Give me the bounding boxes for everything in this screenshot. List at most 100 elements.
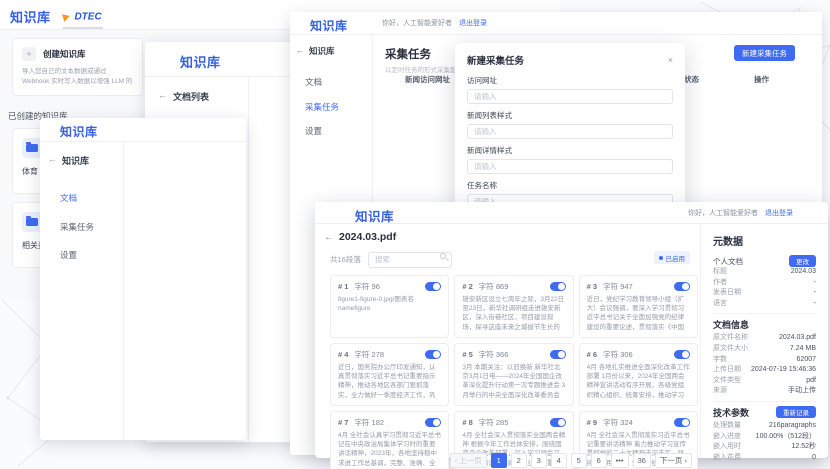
segment-number: # 4 bbox=[338, 350, 348, 359]
sidebar-divider bbox=[123, 142, 124, 440]
sidebar-item-docs[interactable]: 文档 bbox=[60, 192, 77, 204]
pagination-page-6[interactable]: 6 bbox=[591, 453, 607, 468]
segment-chars: 字符 947 bbox=[603, 281, 633, 292]
segment-toggle[interactable] bbox=[550, 418, 566, 427]
folder-icon bbox=[22, 212, 42, 232]
sidebar-divider bbox=[248, 77, 249, 442]
kb-back-label[interactable]: 知识库 bbox=[62, 154, 89, 167]
pagination-ellipsis[interactable]: ••• bbox=[611, 453, 629, 468]
meta-key: 来源 bbox=[713, 386, 727, 397]
segment-card[interactable]: # 4字符 278 近日，国务院办公厅印发通知，认真贯彻落实习近平总书记重要指示… bbox=[330, 343, 449, 406]
segment-card[interactable]: # 3字符 947 近日，党纪学习教育领导小组（扩大）会议强调，要深入学习贯彻习… bbox=[579, 275, 698, 338]
meta-key: 嵌入花费 bbox=[713, 453, 741, 464]
segments-grid: # 1字符 96 figure1-figure-0.jpg/图表名 namefi… bbox=[330, 275, 698, 469]
sidebar-item-settings[interactable]: 设置 bbox=[305, 125, 322, 137]
meta-value: 12.52秒 bbox=[791, 442, 816, 453]
close-icon[interactable]: × bbox=[668, 55, 673, 65]
new-collect-task-button[interactable]: 新建采集任务 bbox=[734, 45, 795, 61]
segment-card[interactable]: # 1字符 96 figure1-figure-0.jpg/图表名 namefi… bbox=[330, 275, 449, 338]
app-logo-text: 知识库 bbox=[310, 17, 348, 34]
user-greeting: 你好，人工智能爱好者 bbox=[688, 208, 758, 218]
re-embed-button[interactable]: 重新记录 bbox=[776, 406, 816, 418]
segment-number: # 2 bbox=[462, 282, 472, 291]
meta-key: 字数 bbox=[713, 355, 727, 366]
meta-key: 标题 bbox=[713, 267, 727, 278]
pagination-page-4[interactable]: 4 bbox=[551, 453, 567, 468]
segment-card[interactable]: # 6字符 306 4月 各地扎实推进全面深化改革工作部署 1月份以来，2024… bbox=[579, 343, 698, 406]
back-arrow-icon[interactable]: ← bbox=[324, 232, 334, 243]
segment-toggle[interactable] bbox=[550, 350, 566, 359]
segment-number: # 3 bbox=[587, 282, 597, 291]
pagination-page-2[interactable]: 2 bbox=[511, 453, 527, 468]
segment-toggle[interactable] bbox=[674, 282, 690, 291]
meta-value: 62007 bbox=[797, 355, 816, 366]
page-title: 采集任务 bbox=[385, 46, 431, 62]
meta-value: 100.00%（512段） bbox=[756, 432, 816, 443]
segment-number: # 1 bbox=[338, 282, 348, 291]
segment-text: 4月 各地扎实推进全面深化改革工作部署 1月份以来，2024年全国两会精神宣讲活… bbox=[587, 363, 690, 400]
document-title: 2024.03.pdf bbox=[339, 231, 396, 243]
meta-value: 7.24 MB bbox=[790, 344, 816, 355]
segment-toggle[interactable] bbox=[674, 418, 690, 427]
kb-back-label[interactable]: 知识库 bbox=[309, 45, 335, 57]
sidebar-item-docs[interactable]: 文档 bbox=[305, 76, 322, 88]
list-style-field[interactable] bbox=[467, 124, 673, 139]
change-doc-type-button[interactable]: 更改 bbox=[789, 255, 816, 267]
table-col-url: 新闻访问网址 bbox=[405, 74, 450, 85]
meta-value: 0 bbox=[812, 453, 816, 464]
screen-c-topbar: 知识库 bbox=[40, 118, 246, 142]
segment-toggle[interactable] bbox=[550, 282, 566, 291]
metadata-panel: 元数据 个人文档 更改 标题2024.03 作者- 发表日期- 语言- 文档信息… bbox=[701, 224, 828, 458]
sidebar-item-collect-tasks[interactable]: 采集任务 bbox=[60, 221, 94, 233]
meta-value: 2024.03.pdf bbox=[779, 333, 816, 344]
back-arrow-icon[interactable]: ← bbox=[48, 154, 57, 164]
meta-value: 216paragraphs bbox=[769, 421, 816, 432]
logout-link[interactable]: 退出登录 bbox=[765, 208, 793, 218]
screen-e-topbar: 知识库 你好，人工智能爱好者 退出登录 bbox=[315, 202, 828, 224]
meta-value: 手动上传 bbox=[788, 386, 816, 397]
segment-chars: 字符 278 bbox=[354, 349, 384, 360]
segment-chars: 字符 306 bbox=[603, 349, 633, 360]
doc-info-title: 文档信息 bbox=[713, 318, 816, 331]
back-arrow-icon[interactable]: ← bbox=[158, 90, 167, 100]
meta-key: 文件类型 bbox=[713, 376, 741, 387]
segment-chars: 字符 324 bbox=[603, 417, 633, 428]
field-label-task-name: 任务名称 bbox=[467, 180, 673, 191]
logout-link[interactable]: 退出登录 bbox=[459, 18, 487, 28]
modal-title: 新建采集任务 bbox=[467, 53, 524, 67]
app-logo-text: 知识库 bbox=[180, 52, 221, 71]
folder-icon bbox=[22, 138, 42, 158]
sidebar-item-collect-tasks[interactable]: 采集任务 bbox=[305, 101, 339, 113]
pagination-page-3[interactable]: 3 bbox=[531, 453, 547, 468]
pagination-page-5[interactable]: 5 bbox=[571, 453, 587, 468]
meta-value: 2024.03 bbox=[791, 267, 816, 278]
tech-params-title: 技术参数 bbox=[713, 406, 749, 419]
segment-number: # 7 bbox=[338, 418, 348, 427]
meta-key: 作者 bbox=[713, 278, 727, 289]
segments-main: ← 2024.03.pdf 共16段落 已启用 # 1字符 96 figure1… bbox=[315, 224, 700, 458]
segment-card[interactable]: # 5字符 366 3月 本期关注：以旧换新 新华社北京3月1日电——2024年… bbox=[454, 343, 573, 406]
divider bbox=[713, 313, 816, 314]
url-field[interactable] bbox=[467, 89, 673, 104]
detail-style-field[interactable] bbox=[467, 159, 673, 174]
segment-toggle[interactable] bbox=[425, 418, 441, 427]
pagination-next[interactable]: 下一页 › bbox=[655, 453, 692, 468]
company-logo: DTEC bbox=[63, 8, 103, 29]
doc-list-back-label[interactable]: 文档列表 bbox=[173, 90, 209, 103]
field-label-detail-style: 新闻详情样式 bbox=[467, 145, 673, 156]
enabled-filter-chip[interactable]: 已启用 bbox=[654, 251, 691, 264]
pagination-prev: ‹ 上一页 bbox=[450, 453, 487, 468]
logo-wordmark: DTEC bbox=[74, 11, 101, 22]
pagination-page-1[interactable]: 1 bbox=[491, 453, 507, 468]
pagination-page-last[interactable]: 36 bbox=[633, 453, 651, 468]
user-greeting: 你好，人工智能爱好者 bbox=[382, 18, 452, 28]
back-arrow-icon[interactable]: ← bbox=[296, 45, 305, 55]
create-kb-card[interactable]: + 创建知识库 导入您自己的文本数据或通过 Webhook 实时写入数据以增强 … bbox=[12, 38, 143, 96]
segment-toggle[interactable] bbox=[425, 282, 441, 291]
meta-key: 原文件大小 bbox=[713, 344, 748, 355]
segment-toggle[interactable] bbox=[425, 350, 441, 359]
sidebar-item-settings[interactable]: 设置 bbox=[60, 249, 77, 261]
segment-card[interactable]: # 2字符 869 雄安新区设立七周年之际，3月22日至23日，新华社调研组走进… bbox=[454, 275, 573, 338]
segment-toggle[interactable] bbox=[674, 350, 690, 359]
table-col-action: 操作 bbox=[754, 74, 769, 85]
